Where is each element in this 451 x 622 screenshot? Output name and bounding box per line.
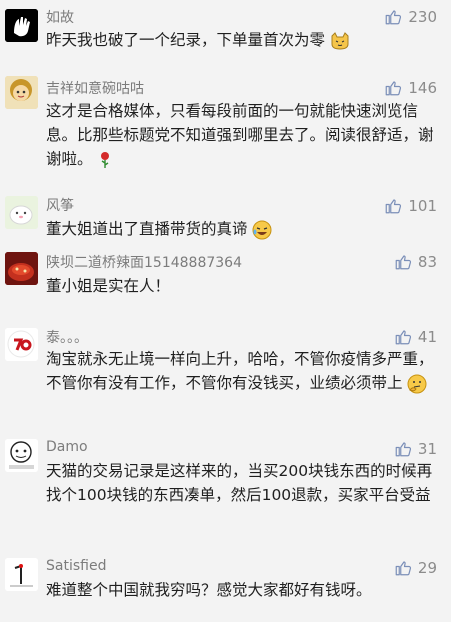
avatar[interactable] [5,196,38,229]
comment-item: Satisfied 29 难道整个中国就我穷吗？感觉大家都好有钱呀。 [0,555,451,622]
like-button[interactable]: 146 [384,79,437,97]
thinking-emoji-icon [407,374,427,393]
like-count: 31 [417,440,437,458]
thumbs-up-icon [395,442,411,457]
comment-author[interactable]: 吉祥如意碗咕咕 [46,78,144,98]
comment-text: 董小姐是实在人！ [46,274,441,298]
comment-item: 风筝 101 董大姐道出了直播带货的真谛 [0,191,451,252]
like-button[interactable]: 230 [384,8,437,26]
like-count: 101 [408,197,437,215]
comment-author[interactable]: Satisfied [46,558,106,574]
comment-author[interactable]: 泰。。。 [46,327,88,347]
like-count: 83 [417,253,437,271]
comment-body: 天猫的交易记录是这样来的，当买200块钱东西的时候再找个100块钱的东西凑单，然… [46,462,433,504]
comment-body: 难道整个中国就我穷吗？感觉大家都好有钱呀。 [46,581,372,599]
comment-item: 陕坝二道桥辣面15148887364 83 董小姐是实在人！ [0,252,451,322]
comment-text: 天猫的交易记录是这样来的，当买200块钱东西的时候再找个100块钱的东西凑单，然… [46,459,441,507]
like-button[interactable]: 101 [384,197,437,215]
comment-body: 董小姐是实在人！ [46,277,171,295]
comment-text: 这才是合格媒体，只看每段前面的一句就能快速浏览信息。比那些标题党不知道强到哪里去… [46,99,441,171]
like-count: 41 [417,328,437,346]
comment-list: 如故 230 昨天我也破了一个纪录，下单量首次为零 吉祥如意碗咕咕 146 这才… [0,0,451,622]
comment-body: 昨天我也破了一个纪录，下单量首次为零 [46,31,326,49]
comment-item: Damo 31 天猫的交易记录是这样来的，当买200块钱东西的时候再找个100块… [0,435,451,555]
comment-text: 淘宝就永无止境一样向上升，哈哈，不管你疫情多严重，不管你有没有工作，不管你有没钱… [46,347,441,395]
comment-author[interactable]: 风筝 [46,195,74,215]
avatar[interactable] [5,558,38,591]
thumbs-up-icon [386,199,402,214]
comment-author[interactable]: 如故 [46,7,74,27]
like-button[interactable]: 29 [394,559,437,577]
avatar[interactable] [5,76,38,109]
thumbs-up-icon [395,255,411,270]
laughing-emoji-icon [252,220,272,239]
like-count: 29 [417,559,437,577]
comment-item: 泰。。。 41 淘宝就永无止境一样向上升，哈哈，不管你疫情多严重，不管你有没有工… [0,322,451,435]
avatar[interactable] [5,439,38,472]
like-count: 146 [408,79,437,97]
avatar[interactable] [5,9,38,42]
like-button[interactable]: 83 [394,253,437,271]
comment-text: 董大姐道出了直播带货的真谛 [46,217,441,241]
like-button[interactable]: 31 [394,440,437,458]
cat-emoji-icon [331,31,349,50]
thumbs-up-icon [395,330,411,345]
comment-item: 如故 230 昨天我也破了一个纪录，下单量首次为零 [0,0,451,65]
thumbs-up-icon [395,561,411,576]
comment-item: 吉祥如意碗咕咕 146 这才是合格媒体，只看每段前面的一句就能快速浏览信息。比那… [0,65,451,191]
avatar[interactable] [5,252,38,285]
avatar[interactable] [5,328,38,361]
like-button[interactable]: 41 [394,328,437,346]
rose-emoji-icon [101,151,110,168]
comment-text: 昨天我也破了一个纪录，下单量首次为零 [46,28,441,52]
comment-author[interactable]: Damo [46,439,88,455]
like-count: 230 [408,8,437,26]
comment-body: 淘宝就永无止境一样向上升，哈哈，不管你疫情多严重，不管你有没有工作，不管你有没钱… [46,350,434,392]
thumbs-up-icon [386,10,402,25]
comment-text: 难道整个中国就我穷吗？感觉大家都好有钱呀。 [46,578,441,602]
comment-author[interactable]: 陕坝二道桥辣面15148887364 [46,252,242,272]
comment-body: 董大姐道出了直播带货的真谛 [46,220,248,238]
thumbs-up-icon [386,81,402,96]
